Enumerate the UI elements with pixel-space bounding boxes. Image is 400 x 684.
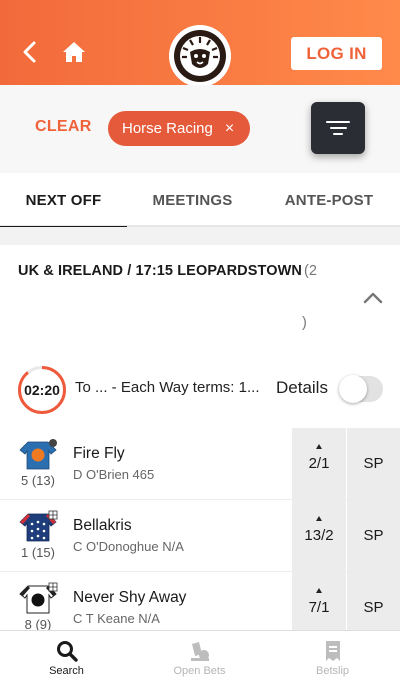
- race-header[interactable]: UK & IRELAND / 17:15 LEOPARDSTOWN (2 ): [0, 245, 400, 360]
- toggle-knob: [339, 375, 367, 403]
- runner-list: 5 (13) Fire Fly D O'Brien 465 2/1 SP 1 (…: [0, 428, 400, 644]
- filter-line-icon: [326, 121, 350, 123]
- chip-close-icon[interactable]: ×: [225, 120, 234, 137]
- tab-ante-post[interactable]: ANTE-POST: [258, 173, 400, 227]
- brand-logo[interactable]: [169, 25, 231, 87]
- countdown-timer: 02:20: [17, 365, 67, 415]
- search-icon: [56, 640, 78, 662]
- race-runner-count: (2: [304, 263, 317, 279]
- race-info-row: 02:20 To ... - Each Way terms: 1... Deta…: [0, 360, 400, 428]
- odds-value: 13/2: [304, 527, 334, 544]
- lion-logo-icon: [174, 30, 226, 82]
- betslip-icon: [325, 640, 340, 661]
- nav-search-label: Search: [49, 664, 84, 677]
- filter-menu-button[interactable]: [311, 102, 365, 154]
- jockey-silk-icon: [19, 439, 57, 470]
- login-button[interactable]: LOG IN: [291, 37, 382, 70]
- horse-name: Never Shy Away: [73, 589, 187, 606]
- runner-row: 1 (15) Bellakris C O'Donoghue N/A 13/2 S…: [0, 500, 400, 572]
- app-header: LOG IN: [0, 0, 400, 87]
- details-label: Details: [276, 378, 328, 397]
- nav-betslip-label: Betslip: [315, 664, 350, 677]
- nav-open-bets[interactable]: Open Bets: [133, 631, 266, 684]
- saddle-cloth-number: 1 (15): [21, 545, 55, 560]
- horse-racing-filter-chip[interactable]: Horse Racing ×: [108, 111, 251, 146]
- tab-meetings[interactable]: MEETINGS: [127, 173, 258, 227]
- nav-search[interactable]: Search: [0, 631, 133, 684]
- bottom-navigation: Search Open Bets Betslip: [0, 630, 400, 684]
- price-up-icon: [316, 444, 322, 449]
- jockey-info: D O'Brien 465: [73, 467, 155, 482]
- nav-open-bets-label: Open Bets: [173, 664, 226, 677]
- sp-button[interactable]: SP: [347, 428, 400, 499]
- odds-value: 2/1: [308, 455, 330, 472]
- race-runner-count-close: ): [302, 315, 307, 331]
- sp-button[interactable]: SP: [347, 500, 400, 571]
- chevron-up-icon[interactable]: [362, 291, 384, 305]
- timer-value: 02:20: [24, 382, 60, 398]
- odds-button[interactable]: 13/2: [292, 500, 346, 571]
- price-up-icon: [316, 516, 322, 521]
- saddle-cloth-number: 5 (13): [21, 473, 55, 488]
- jockey-silk-icon: [19, 582, 58, 614]
- each-way-terms: To ... - Each Way terms: 1...: [75, 379, 260, 396]
- nav-betslip[interactable]: Betslip: [266, 631, 399, 684]
- tab-next-off[interactable]: NEXT OFF: [0, 173, 127, 229]
- section-divider: [0, 227, 400, 245]
- runner-row: 5 (13) Fire Fly D O'Brien 465 2/1 SP: [0, 428, 400, 500]
- jockey-silk-icon: [19, 510, 58, 542]
- horse-name: Fire Fly: [73, 445, 125, 462]
- odds-value: 7/1: [308, 599, 330, 616]
- jockey-info: C T Keane N/A: [73, 611, 160, 626]
- odds-button[interactable]: 2/1: [292, 428, 346, 499]
- jockey-info: C O'Donoghue N/A: [73, 539, 184, 554]
- clear-filters-button[interactable]: CLEAR: [35, 118, 92, 136]
- filter-bar: CLEAR Horse Racing ×: [0, 85, 400, 173]
- race-tabs: NEXT OFF MEETINGS ANTE-POST: [0, 173, 400, 229]
- details-toggle[interactable]: [339, 375, 383, 403]
- back-arrow-icon[interactable]: [18, 38, 40, 66]
- filter-chip-label: Horse Racing: [122, 120, 213, 137]
- race-title: UK & IRELAND / 17:15 LEOPARDSTOWN: [18, 263, 302, 279]
- price-up-icon: [316, 588, 322, 593]
- open-bets-icon: [190, 641, 209, 661]
- horse-name: Bellakris: [73, 517, 132, 534]
- home-icon[interactable]: [62, 41, 86, 63]
- filter-line-icon: [333, 133, 343, 135]
- filter-line-icon: [329, 127, 347, 129]
